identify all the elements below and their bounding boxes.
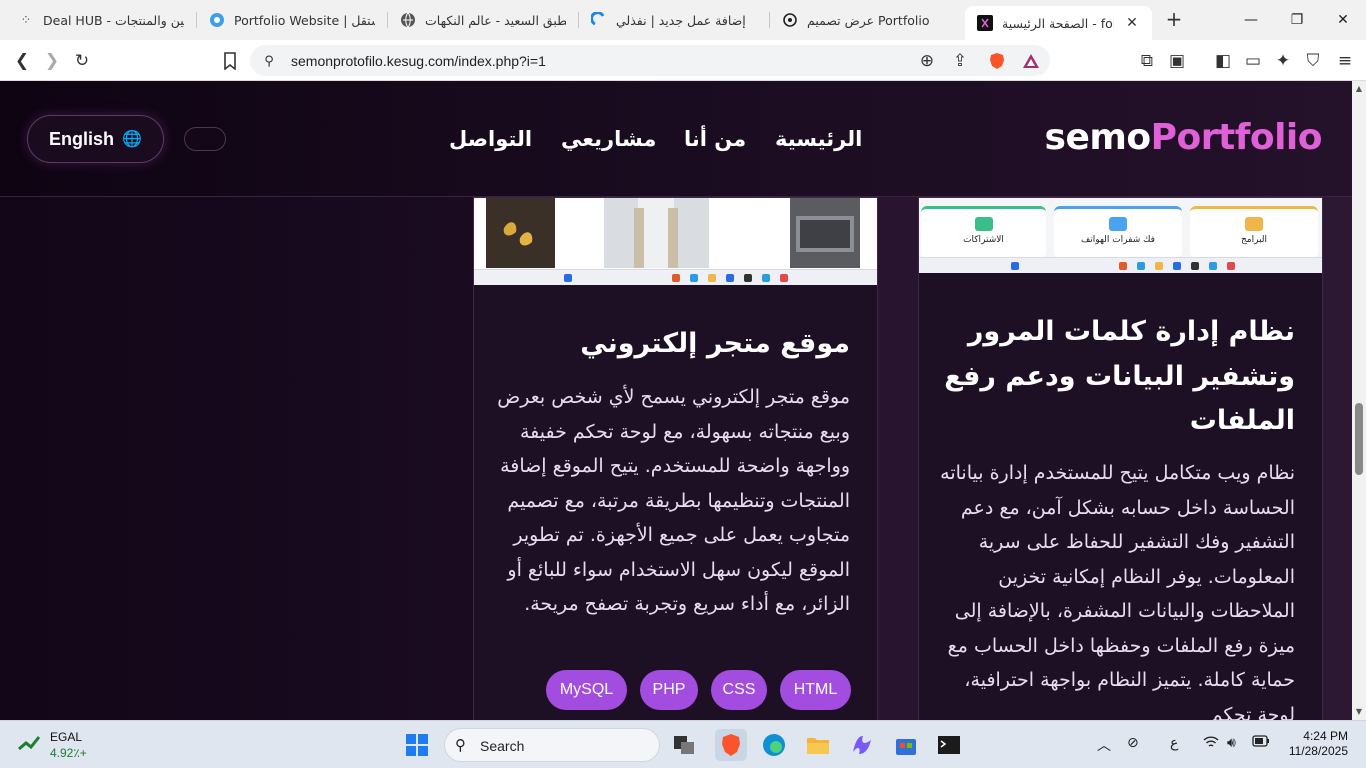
wifi-icon[interactable] (1203, 735, 1219, 753)
windows-taskbar: EGAL 4.92٪+ ⚲ Search ︿ ⊘ ع 🔊︎ 4:24 PM 11… (0, 720, 1366, 768)
input-language-indicator[interactable]: ع (1170, 735, 1178, 751)
start-icon[interactable] (401, 729, 433, 761)
tray-chevron-icon[interactable]: ︿ (1097, 735, 1111, 755)
task-view-icon[interactable] (668, 729, 700, 761)
brave-icon[interactable] (715, 729, 747, 761)
project-description: نظام ويب متكامل يتيح للمستخدم إدارة بيان… (940, 462, 1295, 720)
tab-happy-dish[interactable]: الطبق السعيد - عالم النكهات (388, 0, 578, 40)
store-icon[interactable] (890, 729, 922, 761)
reload-icon[interactable]: ↻ (69, 48, 95, 74)
taskbar-search[interactable]: ⚲ Search (444, 728, 660, 762)
tab-home-active[interactable]: الصفحة الرئيسية - folio ✕ (965, 6, 1152, 40)
tech-tag[interactable]: HTML (780, 670, 851, 710)
taskbar-clock[interactable]: 4:24 PM 11/28/2025 (1289, 729, 1348, 759)
leo-ai-icon[interactable]: ✦ (1270, 48, 1296, 74)
blue-circle-icon (209, 12, 225, 28)
page-viewport: البرامج فك شفرات الهواتف الاشتراكات نظام… (0, 81, 1352, 720)
battery-icon[interactable] (1252, 735, 1270, 751)
globe-icon: 🌐 (122, 131, 142, 148)
project-title: نظام إدارة كلمات المرور وتشفير البيانات … (944, 316, 1295, 436)
search-icon: ⚲ (455, 736, 466, 754)
thumb-tile: البرامج (1190, 206, 1318, 258)
close-window-icon[interactable]: ✕ (1320, 0, 1366, 40)
edge-icon[interactable] (758, 729, 790, 761)
tech-tag[interactable]: MySQL (546, 670, 627, 710)
openai-icon (782, 12, 798, 28)
language-button[interactable]: English 🌐 (27, 115, 164, 163)
volume-icon[interactable]: 🔊︎ (1227, 735, 1236, 751)
brave-rewards-icon[interactable] (1018, 48, 1044, 74)
tab-nafezly[interactable]: إضافة عمل جديد | نفذلي (579, 0, 769, 40)
browser-toolbar: ❮ ❯ ↻ ⚲ semonprotofilo.kesug.com/index.p… (0, 40, 1366, 81)
new-tab-button[interactable]: + (1162, 8, 1186, 32)
share-icon[interactable]: ⇪ (947, 48, 973, 74)
bookmark-icon[interactable] (217, 48, 243, 74)
product-photo (486, 198, 555, 268)
notifications-off-icon[interactable]: ⊘ (1127, 735, 1139, 751)
vpn-icon[interactable]: ⛉ (1300, 48, 1326, 74)
nav-home[interactable]: الرئيسية (775, 127, 862, 151)
nav-contact[interactable]: التواصل (449, 127, 532, 151)
stock-chart-icon (18, 736, 41, 751)
project-card: البرامج فك شفرات الهواتف الاشتراكات نظام… (918, 197, 1323, 720)
thumb-tile: الاشتراكات (921, 206, 1046, 258)
tab-deal-hub[interactable]: ⁘ Deal HUB - العين والمنتجات (6, 0, 196, 40)
thumb-tile: فك شفرات الهواتف (1054, 206, 1182, 258)
url-text[interactable]: semonprotofilo.kesug.com/index.php?i=1 (291, 53, 546, 69)
extensions-icon[interactable]: ⧉ (1134, 48, 1160, 74)
product-photo (604, 198, 709, 268)
page-scrollbar[interactable]: ▲ ▼ (1352, 81, 1366, 720)
zoom-icon[interactable]: ⊕ (914, 48, 940, 74)
theme-toggle[interactable] (184, 127, 226, 151)
menu-icon[interactable]: ≡ (1332, 48, 1358, 74)
site-info-icon[interactable]: ⚲ (256, 48, 282, 74)
file-explorer-icon[interactable] (802, 729, 834, 761)
tab-portfolio-mostaql[interactable]: Portfolio Website | مستقل (197, 0, 387, 40)
tab-search-icon[interactable]: ▣ (1164, 48, 1190, 74)
browser-tab-strip: ⁘ Deal HUB - العين والمنتجات Portfolio W… (0, 0, 1366, 40)
back-icon[interactable]: ❮ (9, 48, 35, 74)
nav-about[interactable]: من أنا (684, 127, 746, 151)
tab-portfolio-design[interactable]: عرض تصميم Portfolio (770, 0, 960, 40)
project-title: موقع متجر إلكتروني (580, 328, 850, 359)
maximize-icon[interactable]: ❐ (1274, 0, 1320, 40)
sidebar-icon[interactable]: ◧ (1210, 48, 1236, 74)
site-header: semoPortfolio الرئيسية من أنا مشاريعي ال… (0, 81, 1352, 197)
tech-tag[interactable]: PHP (640, 670, 698, 710)
minimize-icon[interactable]: — (1228, 0, 1274, 40)
close-tab-icon[interactable]: ✕ (1124, 15, 1140, 31)
thumb-taskbar (919, 257, 1322, 273)
wallet-icon[interactable]: ▭ (1240, 48, 1266, 74)
nav-projects[interactable]: مشاريعي (561, 127, 656, 151)
brave-shields-icon[interactable] (984, 48, 1010, 74)
project-description: موقع متجر إلكتروني يسمح لأي شخص بعرض وبي… (497, 386, 850, 615)
project-card: موقع متجر إلكتروني موقع متجر إلكتروني يس… (473, 197, 878, 720)
scroll-up-icon[interactable]: ▲ (1354, 84, 1364, 94)
nafezly-icon (591, 12, 607, 28)
globe-icon (400, 12, 416, 28)
scroll-thumb[interactable] (1355, 403, 1363, 475)
terminal-icon[interactable] (933, 729, 965, 761)
copilot-icon[interactable] (846, 729, 878, 761)
product-photo (790, 198, 860, 268)
site-logo[interactable]: semoPortfolio (1045, 117, 1323, 158)
dots-icon: ⁘ (20, 12, 32, 28)
project-thumbnail[interactable] (474, 198, 877, 285)
thumb-taskbar (474, 269, 877, 285)
tech-tag[interactable]: CSS (711, 670, 767, 710)
project-thumbnail[interactable]: البرامج فك شفرات الهواتف الاشتراكات (919, 198, 1322, 273)
forward-icon[interactable]: ❯ (39, 48, 65, 74)
address-bar[interactable]: ⚲ semonprotofilo.kesug.com/index.php?i=1… (250, 45, 1050, 76)
scroll-down-icon[interactable]: ▼ (1354, 707, 1364, 717)
site-favicon (977, 15, 993, 31)
